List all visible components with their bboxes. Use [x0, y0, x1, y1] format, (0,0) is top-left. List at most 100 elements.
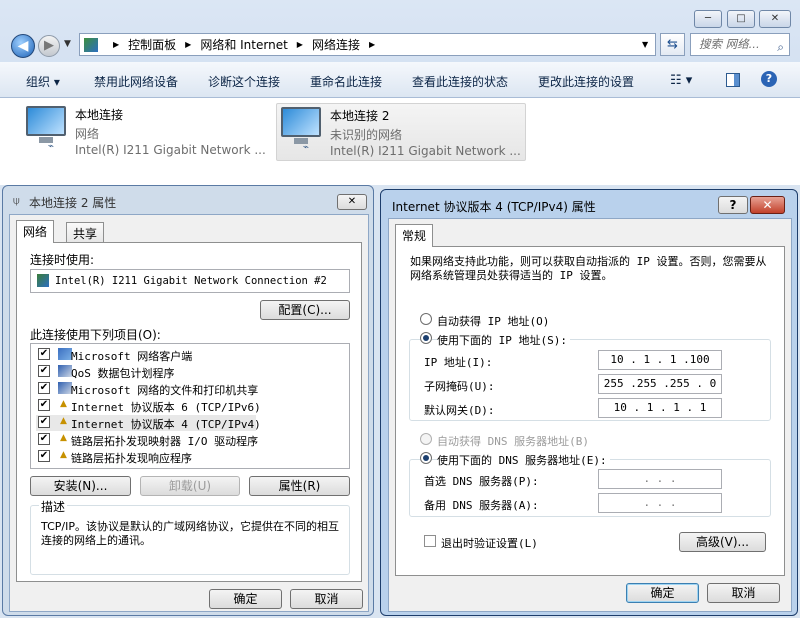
connect-using-label: 连接时使用: — [30, 253, 95, 267]
connection-item-selected[interactable]: ⌁ 本地连接 2 未识别的网络 Intel(R) I211 Gigabit Ne… — [276, 103, 526, 161]
dialog-body: 常规 如果网络支持此功能，则可以获取自动指派的 IP 设置。否则，您需要从网络系… — [388, 218, 792, 612]
connection-status: 网络 — [75, 127, 100, 141]
uninstall-button: 卸载(U) — [140, 476, 240, 496]
close-button[interactable]: ✕ — [750, 196, 785, 214]
items-list: ✔ Microsoft 网络客户端 ✔ QoS 数据包计划程序 ✔ Micros… — [30, 343, 350, 469]
checkbox-checked[interactable]: ✔ — [38, 450, 50, 462]
view-status-button[interactable]: 查看此连接的状态 — [412, 73, 508, 90]
search-input[interactable]: 搜索 网络... ⌕ — [690, 33, 790, 56]
properties-button[interactable]: 属性(R) — [249, 476, 350, 496]
connection-name: 本地连接 2 — [330, 109, 390, 123]
dialog-body: 网络 共享 连接时使用: Intel(R) I211 Gigabit Netwo… — [9, 214, 369, 612]
item-label: Microsoft 网络的文件和打印机共享 — [71, 384, 259, 397]
breadcrumb-network-connections[interactable]: 网络连接 — [312, 36, 360, 53]
item-label: Internet 协议版本 4 (TCP/IPv4) — [71, 418, 261, 431]
ok-button[interactable]: 确定 — [209, 589, 282, 609]
cable-icon: ⌁ — [303, 142, 310, 153]
connection-adapter: Intel(R) I211 Gigabit Network ... — [330, 144, 521, 158]
checkbox-checked[interactable]: ✔ — [38, 399, 50, 411]
alternate-dns-field[interactable]: . . . — [598, 493, 722, 513]
preferred-dns-field[interactable]: . . . — [598, 469, 722, 489]
configure-button[interactable]: 配置(C)... — [260, 300, 350, 320]
auto-dns-label: 自动获得 DNS 服务器地址(B) — [437, 435, 589, 448]
ip-label: IP 地址(I): — [424, 356, 493, 369]
ip-address-field[interactable]: 10 . 1 . 1 .100 — [598, 350, 722, 370]
gateway-label: 默认网关(D): — [424, 404, 495, 417]
checkbox-checked[interactable]: ✔ — [38, 433, 50, 445]
manual-ip-label[interactable]: 使用下面的 IP 地址(S): — [437, 332, 570, 348]
change-settings-button[interactable]: 更改此连接的设置 — [538, 73, 634, 90]
breadcrumb-separator-icon: ▶ — [113, 40, 120, 49]
client-icon — [58, 348, 72, 360]
rename-button[interactable]: 重命名此连接 — [310, 73, 382, 90]
cancel-button[interactable]: 取消 — [290, 589, 363, 609]
network-adapter-icon — [281, 107, 321, 137]
close-button[interactable]: ✕ — [759, 10, 791, 28]
search-icon[interactable]: ⌕ — [777, 37, 784, 58]
breadcrumb-separator-icon: ▶ — [368, 40, 376, 49]
connection-item[interactable]: ⌁ 本地连接 网络 Intel(R) I211 Gigabit Network … — [22, 103, 272, 161]
network-tab-page: 连接时使用: Intel(R) I211 Gigabit Network Con… — [16, 242, 362, 582]
item-label: Microsoft 网络客户端 — [71, 350, 193, 363]
address-dropdown-icon[interactable]: ▼ — [642, 40, 648, 49]
breadcrumb-separator-icon: ▶ — [296, 40, 303, 49]
gateway-field[interactable]: 10 . 1 . 1 . 1 — [598, 398, 722, 418]
validate-checkbox[interactable] — [424, 535, 436, 547]
explorer-window: ─ □ ✕ ◀ ▶ ▼ ▶ 控制面板 ▶ 网络和 Internet ▶ 网络连接… — [0, 0, 800, 185]
adapter-field: Intel(R) I211 Gigabit Network Connection… — [30, 269, 350, 293]
auto-dns-radio — [420, 433, 432, 445]
tab-sharing[interactable]: 共享 — [66, 222, 105, 243]
close-button[interactable]: ✕ — [337, 194, 367, 210]
control-panel-icon — [84, 37, 98, 52]
breadcrumb-control-panel[interactable]: 控制面板 — [128, 36, 176, 53]
ok-button[interactable]: 确定 — [626, 583, 699, 603]
service-icon — [58, 382, 72, 394]
connection-adapter: Intel(R) I211 Gigabit Network ... — [75, 143, 266, 157]
manual-dns-radio[interactable] — [420, 452, 432, 464]
breadcrumb-network-internet[interactable]: 网络和 Internet — [200, 36, 287, 53]
subnet-mask-field[interactable]: 255 .255 .255 . 0 — [598, 374, 722, 394]
address-bar[interactable]: ▶ 控制面板 ▶ 网络和 Internet ▶ 网络连接 ▶ — [79, 33, 656, 56]
description-text: TCP/IP。该协议是默认的广域网络协议，它提供在不同的相互连接的网络上的通讯。 — [41, 520, 339, 547]
preferred-dns-label: 首选 DNS 服务器(P): — [424, 475, 539, 488]
maximize-button[interactable]: □ — [727, 10, 755, 28]
minimize-button[interactable]: ─ — [694, 10, 722, 28]
checkbox-checked[interactable]: ✔ — [38, 382, 50, 394]
checkbox-checked[interactable]: ✔ — [38, 416, 50, 428]
back-arrow-icon[interactable]: ◀ — [11, 34, 35, 58]
adapter-icon — [37, 274, 49, 287]
help-icon[interactable]: ? — [761, 71, 777, 87]
service-icon — [58, 365, 72, 377]
diagnose-button[interactable]: 诊断这个连接 — [208, 73, 280, 90]
history-dropdown-icon[interactable]: ▼ — [64, 39, 71, 49]
refresh-icon[interactable]: ⇆ — [660, 33, 685, 56]
search-placeholder: 搜索 网络... — [699, 37, 760, 51]
validate-label[interactable]: 退出时验证设置(L) — [441, 535, 538, 551]
checkbox-checked[interactable]: ✔ — [38, 365, 50, 377]
help-button[interactable]: ? — [718, 196, 748, 214]
tab-network[interactable]: 网络 — [16, 220, 55, 243]
manual-dns-label[interactable]: 使用下面的 DNS 服务器地址(E): — [437, 452, 610, 468]
dialog-title: Internet 协议版本 4 (TCP/IPv4) 属性 — [392, 200, 596, 214]
item-label: 链路层拓扑发现响应程序 — [71, 452, 192, 465]
preview-pane-icon[interactable] — [726, 73, 740, 87]
ipv4-properties-dialog: Internet 协议版本 4 (TCP/IPv4) 属性 ? ✕ 常规 如果网… — [380, 189, 798, 616]
description-label: 描述 — [39, 498, 68, 515]
view-options-icon[interactable]: ☷ ▾ — [670, 73, 692, 88]
cable-icon: ⌁ — [48, 141, 55, 152]
advanced-button[interactable]: 高级(V)... — [679, 532, 766, 552]
disable-device-button[interactable]: 禁用此网络设备 — [94, 73, 178, 90]
tab-general[interactable]: 常规 — [395, 224, 434, 247]
forward-arrow-icon[interactable]: ▶ — [38, 35, 60, 57]
list-item-selected[interactable]: ✔ ▲ Internet 协议版本 4 (TCP/IPv4) — [36, 415, 261, 431]
manual-ip-radio[interactable] — [420, 332, 432, 344]
item-label: QoS 数据包计划程序 — [71, 367, 175, 380]
checkbox-checked[interactable]: ✔ — [38, 348, 50, 360]
auto-ip-label[interactable]: 自动获得 IP 地址(O) — [437, 313, 549, 329]
intro-text: 如果网络支持此功能，则可以获取自动指派的 IP 设置。否则，您需要从网络系统管理… — [410, 255, 767, 282]
organize-menu[interactable]: 组织 ▾ — [26, 73, 60, 90]
install-button[interactable]: 安装(N)... — [30, 476, 131, 496]
cancel-button[interactable]: 取消 — [707, 583, 780, 603]
network-icon: ⍦ — [13, 194, 20, 207]
auto-ip-radio[interactable] — [420, 313, 432, 325]
